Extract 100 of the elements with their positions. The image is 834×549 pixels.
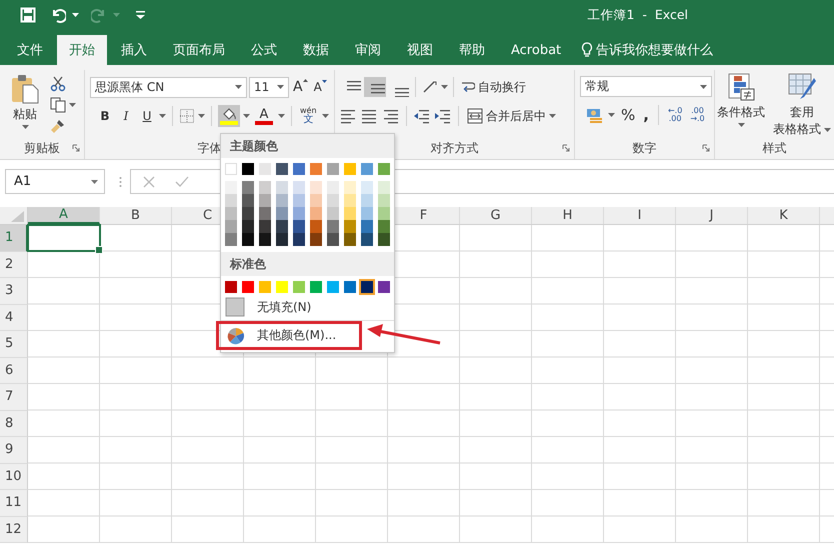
- align-right-icon[interactable]: [382, 108, 400, 124]
- color-swatch[interactable]: [225, 194, 237, 207]
- color-swatch[interactable]: [242, 207, 254, 220]
- color-swatch[interactable]: [225, 207, 237, 220]
- row-header[interactable]: 10: [0, 464, 28, 490]
- fill-color-button[interactable]: [218, 105, 240, 127]
- underline-button[interactable]: U: [138, 105, 156, 127]
- italic-button[interactable]: I: [117, 105, 135, 127]
- undo-icon[interactable]: [50, 7, 66, 23]
- font-size-dropdown[interactable]: 11: [249, 76, 289, 98]
- ribbon-tab[interactable]: 开始: [57, 35, 107, 65]
- caret-icon[interactable]: [824, 128, 831, 132]
- borders-icon[interactable]: [179, 108, 195, 124]
- row-header[interactable]: 7: [0, 384, 28, 410]
- font-color-button[interactable]: A: [253, 105, 275, 127]
- color-swatch[interactable]: [225, 233, 237, 246]
- caret-icon[interactable]: [69, 103, 76, 107]
- color-swatch[interactable]: [327, 220, 339, 233]
- color-swatch[interactable]: [378, 163, 390, 175]
- color-swatch[interactable]: [225, 281, 237, 293]
- caret-icon[interactable]: [278, 114, 285, 118]
- dialog-launcher-icon[interactable]: [562, 144, 570, 152]
- caret-icon[interactable]: [277, 85, 284, 89]
- color-swatch[interactable]: [378, 281, 390, 293]
- color-swatch[interactable]: [327, 233, 339, 246]
- align-left-icon[interactable]: [340, 108, 358, 124]
- color-swatch[interactable]: [293, 281, 305, 293]
- comma-style-button[interactable]: ,: [641, 104, 651, 126]
- color-swatch[interactable]: [242, 181, 254, 194]
- row-header[interactable]: 6: [0, 358, 28, 384]
- paste-button[interactable]: 粘贴: [8, 74, 42, 137]
- row-header[interactable]: 11: [0, 490, 28, 516]
- cell-grid[interactable]: [28, 225, 834, 543]
- caret-icon[interactable]: [608, 113, 615, 117]
- scissors-icon[interactable]: [50, 76, 66, 92]
- color-swatch[interactable]: [259, 281, 271, 293]
- color-swatch[interactable]: [276, 233, 288, 246]
- caret-icon[interactable]: [235, 85, 242, 89]
- caret-icon[interactable]: [738, 123, 744, 127]
- color-swatch[interactable]: [293, 163, 305, 175]
- color-swatch[interactable]: [327, 281, 339, 293]
- caret-icon[interactable]: [243, 114, 250, 118]
- color-swatch[interactable]: [361, 207, 373, 220]
- bold-button[interactable]: B: [96, 105, 114, 127]
- row-header[interactable]: 3: [0, 278, 28, 304]
- color-swatch[interactable]: [378, 181, 390, 194]
- format-as-table-button[interactable]: 套用 表格格式: [771, 72, 833, 138]
- caret-icon[interactable]: [91, 180, 98, 184]
- align-center-icon[interactable]: [361, 108, 379, 124]
- color-swatch[interactable]: [259, 207, 271, 220]
- row-header[interactable]: 12: [0, 516, 28, 543]
- color-swatch[interactable]: [225, 220, 237, 233]
- cancel-icon[interactable]: [143, 176, 155, 188]
- column-header[interactable]: G: [460, 207, 532, 224]
- ribbon-tab[interactable]: 插入: [109, 35, 159, 65]
- dialog-launcher-icon[interactable]: [702, 144, 710, 152]
- column-header[interactable]: H: [532, 207, 604, 224]
- color-swatch[interactable]: [327, 207, 339, 220]
- color-swatch[interactable]: [293, 207, 305, 220]
- color-swatch[interactable]: [344, 181, 356, 194]
- wrap-text-button[interactable]: 自动换行: [459, 76, 528, 98]
- format-painter-icon[interactable]: [50, 118, 66, 134]
- color-swatch[interactable]: [344, 194, 356, 207]
- ribbon-tab[interactable]: 公式: [239, 35, 289, 65]
- color-swatch[interactable]: [276, 181, 288, 194]
- color-swatch[interactable]: [259, 181, 271, 194]
- color-swatch[interactable]: [293, 220, 305, 233]
- color-swatch[interactable]: [310, 207, 322, 220]
- caret-icon[interactable]: [700, 84, 707, 88]
- color-swatch[interactable]: [310, 194, 322, 207]
- name-box[interactable]: A1: [5, 169, 105, 194]
- row-header[interactable]: 5: [0, 331, 28, 358]
- customize-icon[interactable]: [136, 11, 145, 19]
- color-swatch[interactable]: [242, 281, 254, 293]
- caret-icon[interactable]: [441, 85, 448, 89]
- color-swatch[interactable]: [361, 163, 373, 175]
- color-swatch[interactable]: [327, 194, 339, 207]
- color-swatch[interactable]: [310, 281, 322, 293]
- color-swatch[interactable]: [276, 163, 288, 175]
- color-swatch[interactable]: [361, 220, 373, 233]
- caret-icon[interactable]: [22, 125, 28, 129]
- color-swatch[interactable]: [327, 181, 339, 194]
- font-name-dropdown[interactable]: 思源黑体 CN: [90, 76, 247, 98]
- decrease-indent-icon[interactable]: [413, 108, 431, 124]
- ribbon-tab[interactable]: 数据: [291, 35, 341, 65]
- ribbon-tab[interactable]: 帮助: [447, 35, 497, 65]
- check-icon[interactable]: [175, 176, 189, 188]
- color-swatch[interactable]: [310, 181, 322, 194]
- caret-icon[interactable]: [322, 114, 329, 118]
- caret-icon[interactable]: [549, 114, 556, 118]
- color-swatch[interactable]: [259, 233, 271, 246]
- save-icon[interactable]: [20, 7, 36, 23]
- ribbon-tab[interactable]: 文件: [5, 35, 55, 65]
- column-header[interactable]: J: [676, 207, 748, 224]
- color-swatch[interactable]: [293, 181, 305, 194]
- tell-me-field[interactable]: 告诉我你想要做什么: [596, 42, 736, 58]
- color-swatch[interactable]: [310, 163, 322, 175]
- fill-handle[interactable]: [95, 246, 103, 254]
- number-format-dropdown[interactable]: 常规: [580, 76, 712, 97]
- align-middle-icon[interactable]: [364, 77, 386, 97]
